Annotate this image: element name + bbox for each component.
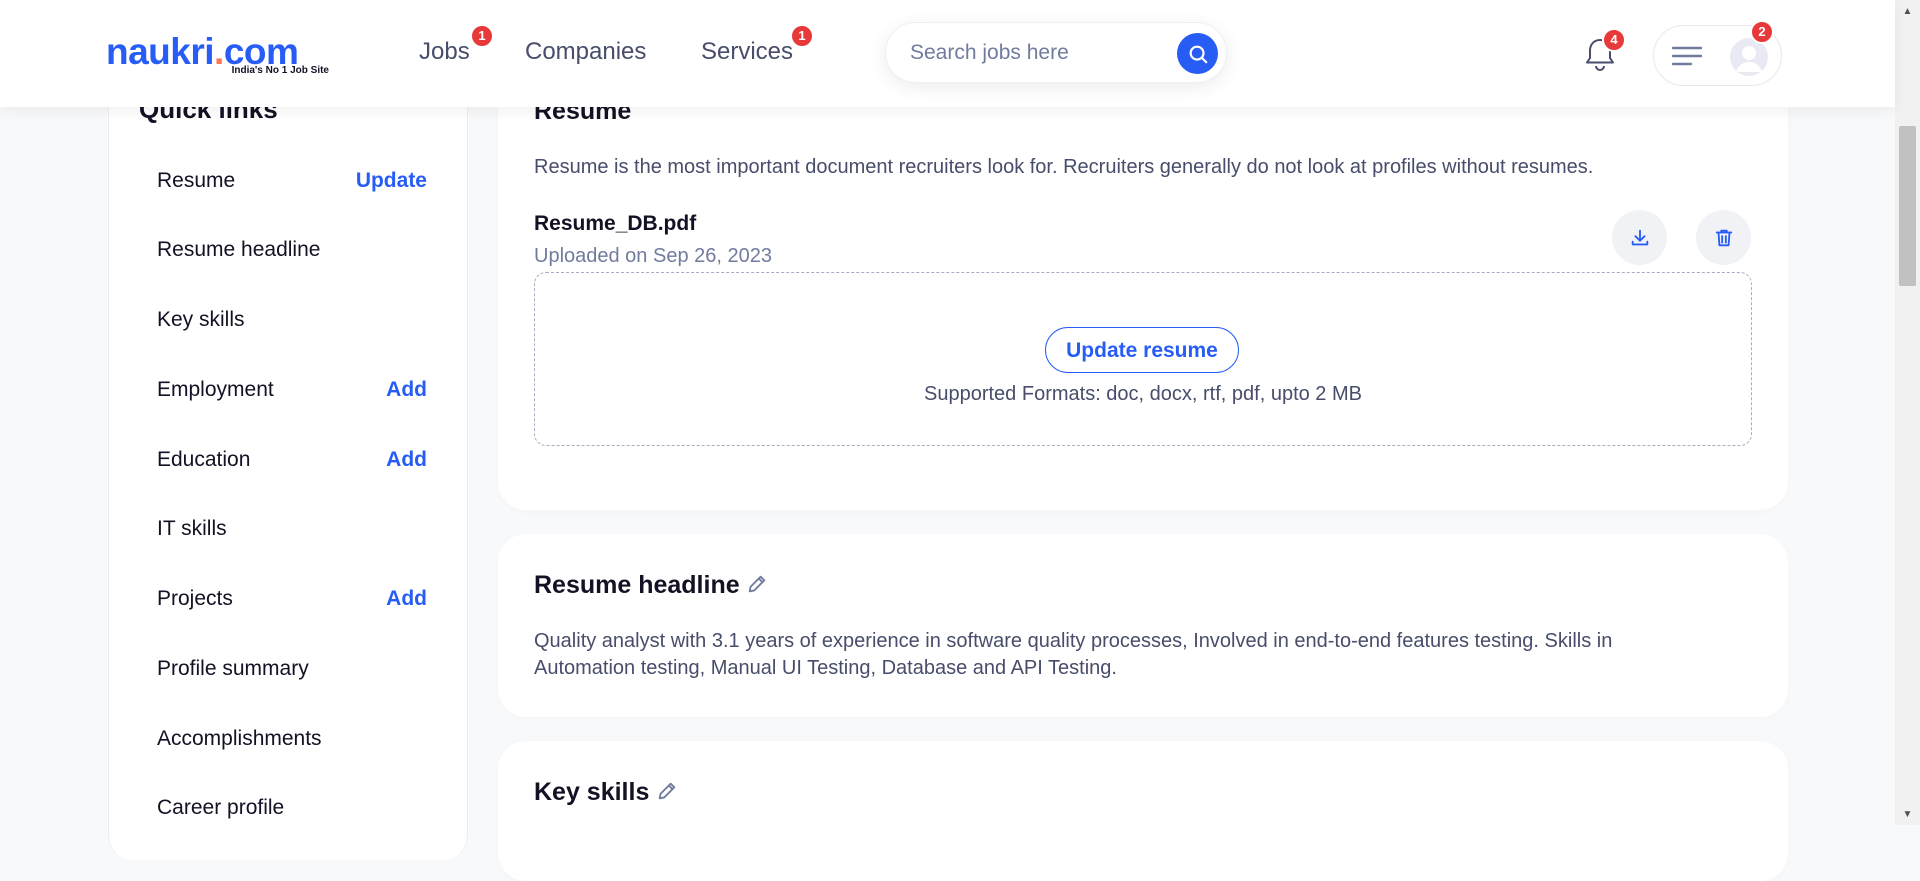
- quick-link-it-skills[interactable]: IT skills: [157, 509, 427, 549]
- trash-icon: [1715, 229, 1732, 246]
- education-add-link[interactable]: Add: [386, 440, 427, 480]
- scrollbar-thumb[interactable]: [1899, 126, 1916, 286]
- quick-link-label: Accomplishments: [157, 727, 322, 750]
- resume-file-name[interactable]: Resume_DB.pdf: [534, 212, 696, 236]
- profile-menu-button[interactable]: 2: [1653, 20, 1782, 86]
- quick-link-label: Resume: [157, 169, 236, 192]
- logo-tagline: India's No 1 Job Site: [231, 65, 329, 76]
- search-button[interactable]: [1177, 33, 1218, 74]
- resume-headline-card: Resume headline Quality analyst with 3.1…: [498, 534, 1788, 717]
- quick-link-label: Education: [157, 448, 251, 471]
- jobs-badge: 1: [470, 24, 494, 48]
- edit-key-skills-icon[interactable]: [656, 780, 678, 802]
- download-icon: [1631, 229, 1648, 245]
- quick-link-label: Employment: [157, 378, 274, 401]
- nav-companies-label: Companies: [525, 38, 647, 65]
- scroll-down-arrow[interactable]: ▼: [1895, 803, 1920, 825]
- quick-link-profile-summary[interactable]: Profile summary: [157, 649, 427, 689]
- search-bar: [885, 22, 1227, 83]
- quick-link-label: Resume headline: [157, 238, 321, 261]
- quick-links-panel: Quick links Resume Update Resume headlin…: [108, 60, 468, 860]
- quick-link-accomplishments[interactable]: Accomplishments: [157, 719, 427, 759]
- resume-headline-title: Resume headline: [534, 571, 740, 599]
- resume-headline-line1: Quality analyst with 3.1 years of experi…: [534, 630, 1613, 652]
- hamburger-icon: [1672, 46, 1702, 66]
- top-header: naukri.com India's No 1 Job Site Jobs 1 …: [0, 0, 1895, 107]
- edit-headline-icon[interactable]: [746, 573, 768, 595]
- quick-link-employment[interactable]: Employment Add: [157, 370, 427, 410]
- delete-resume-button[interactable]: [1696, 210, 1751, 265]
- quick-link-label: IT skills: [157, 517, 227, 540]
- resume-dropzone[interactable]: Update resume Supported Formats: doc, do…: [534, 272, 1752, 446]
- nav-services-label: Services: [701, 38, 794, 65]
- notifications-button[interactable]: 4: [1580, 28, 1626, 74]
- quick-link-label: Profile summary: [157, 657, 309, 680]
- quick-link-projects[interactable]: Projects Add: [157, 579, 427, 619]
- resume-description: Resume is the most important document re…: [534, 156, 1594, 178]
- nav-jobs-label: Jobs: [419, 38, 470, 65]
- menu-badge: 2: [1750, 20, 1774, 44]
- download-resume-button[interactable]: [1612, 210, 1667, 265]
- resume-card: Resume Resume is the most important docu…: [498, 60, 1788, 510]
- page-scrollbar[interactable]: ▲ ▼: [1895, 0, 1920, 825]
- projects-add-link[interactable]: Add: [386, 579, 427, 619]
- quick-link-key-skills[interactable]: Key skills: [157, 300, 427, 340]
- services-badge: 1: [790, 24, 814, 48]
- resume-upload-date: Uploaded on Sep 26, 2023: [534, 245, 772, 267]
- quick-link-career-profile[interactable]: Career profile: [157, 788, 427, 828]
- quick-link-resume-headline[interactable]: Resume headline: [157, 230, 427, 270]
- resume-update-link[interactable]: Update: [356, 161, 427, 201]
- scroll-up-arrow[interactable]: ▲: [1895, 0, 1920, 22]
- nav-services[interactable]: Services 1: [701, 24, 814, 66]
- key-skills-card: Key skills: [498, 741, 1788, 881]
- search-icon: [1189, 45, 1207, 63]
- quick-link-resume[interactable]: Resume Update: [157, 161, 427, 201]
- quick-link-label: Career profile: [157, 796, 285, 819]
- nav-companies[interactable]: Companies: [525, 38, 646, 66]
- resume-headline-line2: Automation testing, Manual UI Testing, D…: [534, 657, 1117, 679]
- search-input[interactable]: [910, 37, 1160, 69]
- naukri-logo[interactable]: naukri.com India's No 1 Job Site: [106, 30, 331, 80]
- nav-jobs[interactable]: Jobs 1: [419, 24, 494, 66]
- quick-link-label: Projects: [157, 587, 233, 610]
- quick-link-label: Key skills: [157, 308, 245, 331]
- notifications-badge: 4: [1602, 28, 1626, 52]
- employment-add-link[interactable]: Add: [386, 370, 427, 410]
- supported-formats-text: Supported Formats: doc, docx, rtf, pdf, …: [924, 383, 1362, 405]
- update-resume-button[interactable]: Update resume: [1045, 327, 1239, 373]
- quick-link-education[interactable]: Education Add: [157, 440, 427, 480]
- key-skills-title: Key skills: [534, 778, 650, 806]
